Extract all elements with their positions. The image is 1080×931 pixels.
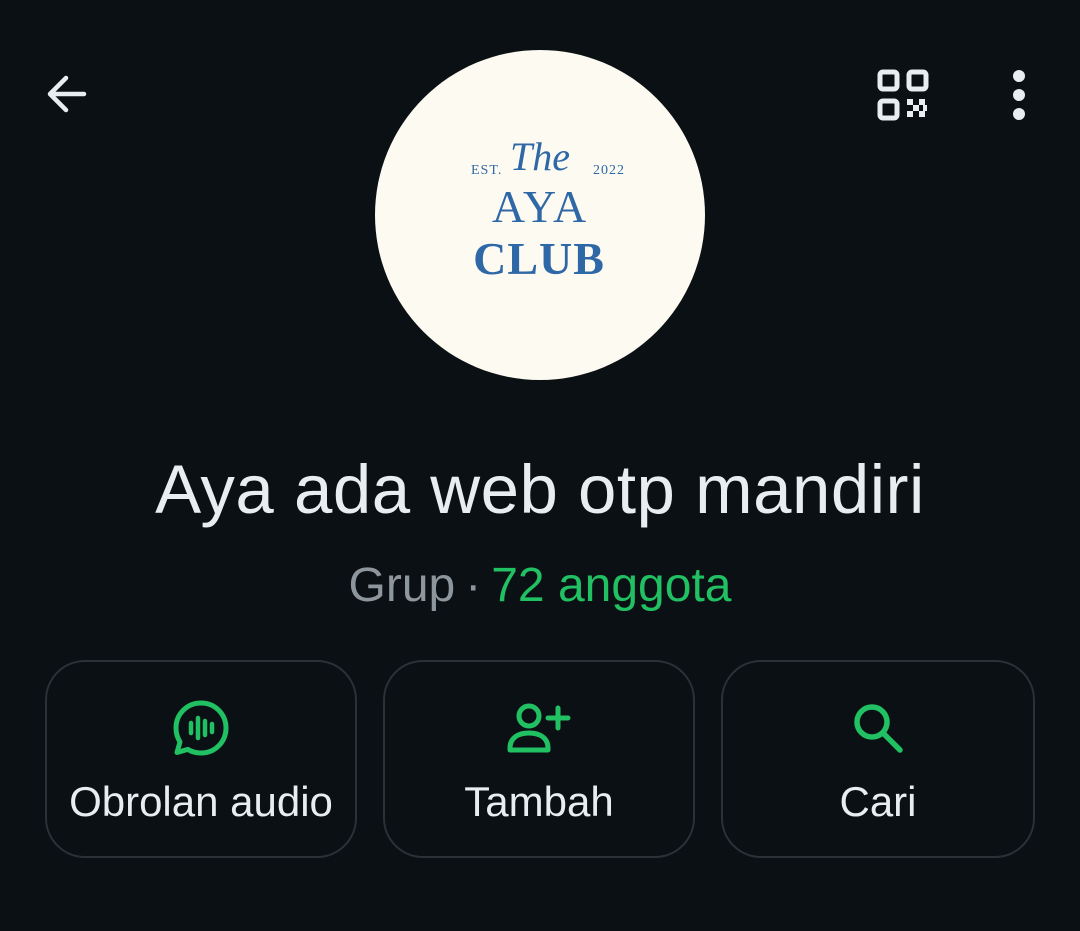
- logo-line2-text: CLUB: [473, 233, 605, 284]
- action-buttons-row: Obrolan audio Tambah Cari: [45, 660, 1035, 860]
- search-label: Cari: [839, 778, 917, 825]
- qr-code-icon: [877, 69, 929, 121]
- group-info-screen: EST. The 2022 AYA CLUB Aya ada web otp m…: [0, 0, 1080, 931]
- search-button[interactable]: Cari: [721, 660, 1035, 858]
- more-vertical-icon: [1013, 70, 1025, 120]
- qr-code-button[interactable]: [872, 64, 934, 126]
- audio-chat-icon: [173, 700, 229, 756]
- arrow-left-icon: [47, 75, 87, 113]
- group-type: Grup: [348, 559, 456, 612]
- more-options-button[interactable]: [992, 64, 1046, 126]
- audio-chat-label: Obrolan audio: [69, 778, 333, 825]
- add-person-icon: [507, 703, 571, 753]
- group-logo: EST. The 2022 AYA CLUB: [471, 134, 625, 284]
- group-subtitle: Grup · 72 anggota: [0, 556, 1080, 616]
- logo-year-text: 2022: [593, 163, 625, 178]
- group-name: Aya ada web otp mandiri: [155, 451, 925, 528]
- add-member-button[interactable]: Tambah: [383, 660, 695, 858]
- logo-line1-text: AYA: [492, 181, 588, 232]
- back-button[interactable]: [36, 64, 96, 124]
- group-avatar[interactable]: EST. The 2022 AYA CLUB: [375, 50, 705, 380]
- logo-script-text: The: [510, 134, 570, 179]
- member-count-link[interactable]: 72 anggota: [491, 559, 731, 612]
- add-member-label: Tambah: [464, 778, 614, 825]
- subtitle-separator: ·: [465, 559, 482, 612]
- logo-est-text: EST.: [471, 163, 502, 178]
- search-icon: [854, 704, 903, 753]
- audio-chat-button[interactable]: Obrolan audio: [45, 660, 357, 858]
